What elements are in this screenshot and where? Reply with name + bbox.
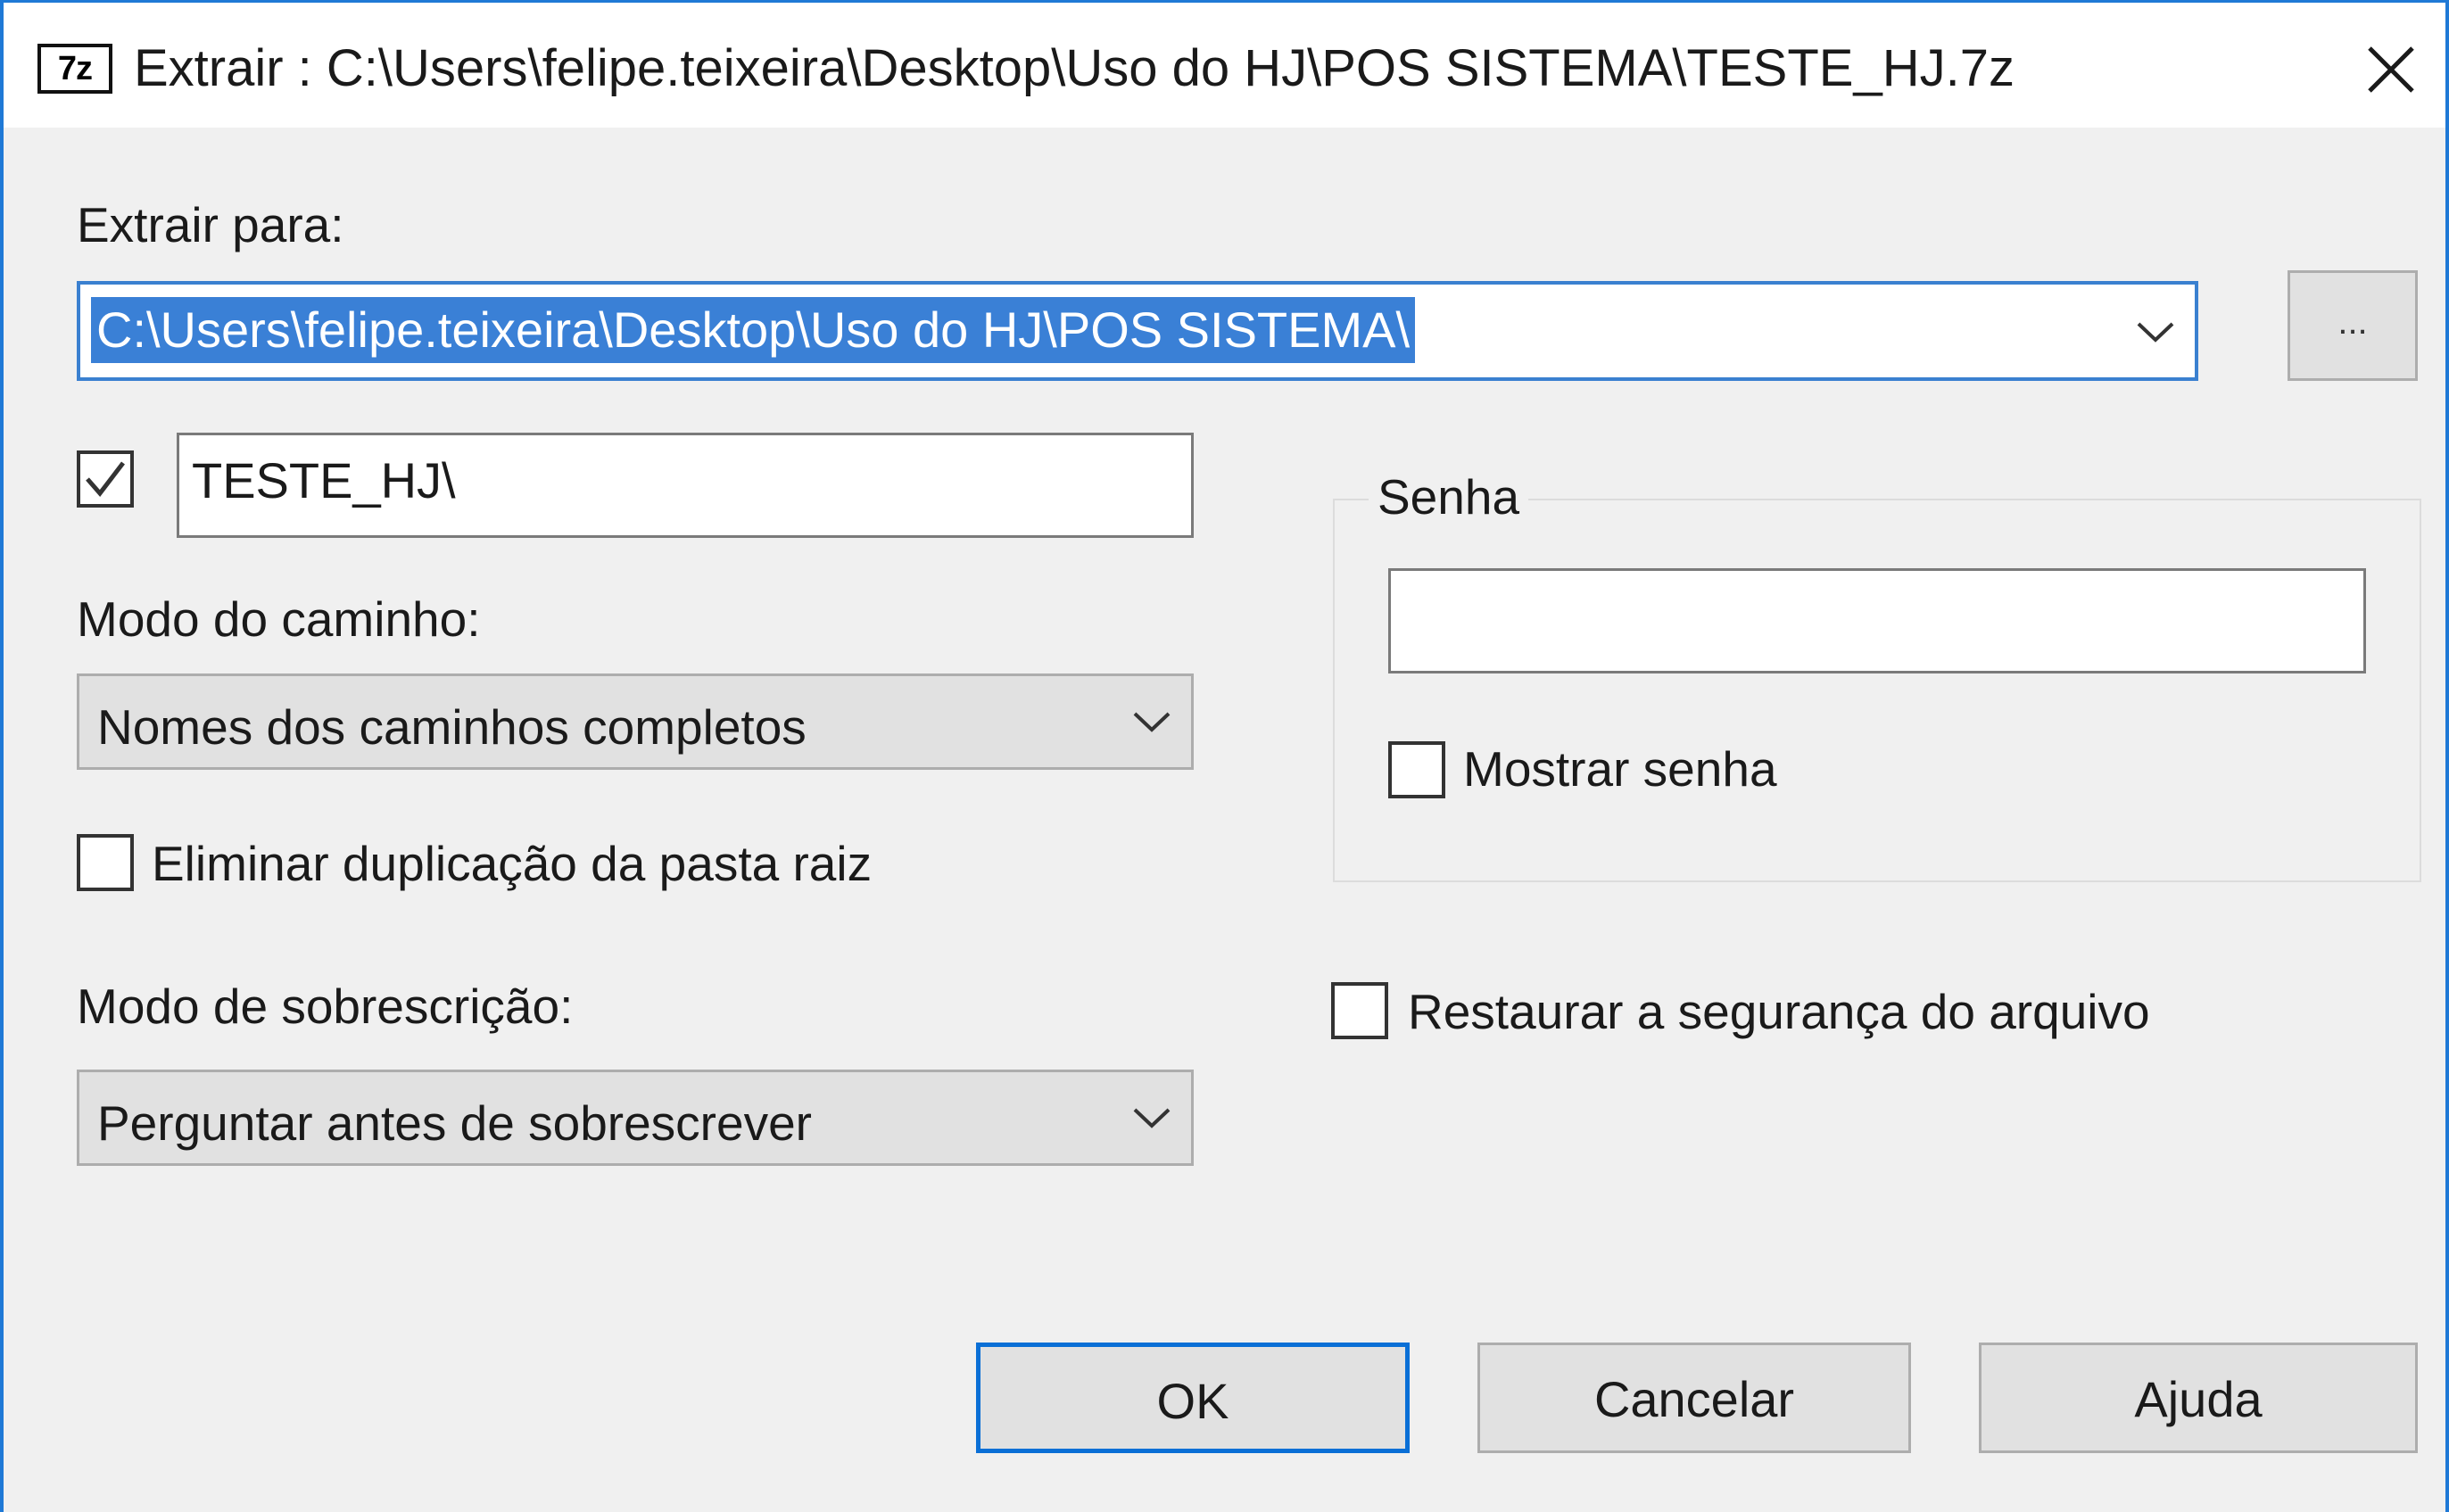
cancel-button-label: Cancelar <box>1593 1371 1795 1427</box>
overwrite-mode-selected: Perguntar antes de sobrescrever <box>97 1095 812 1151</box>
browse-button[interactable]: ... <box>2288 270 2418 381</box>
window-title: Extrair : C:\Users\felipe.teixeira\Deskt… <box>134 39 2015 97</box>
app-icon-text: 7z <box>41 47 109 90</box>
cancel-button[interactable]: Cancelar <box>1477 1343 1911 1453</box>
password-groupbox <box>1333 499 2421 882</box>
chevron-down-icon[interactable] <box>2129 306 2182 359</box>
help-button[interactable]: Ajuda <box>1979 1343 2418 1453</box>
extract-dialog: 7z Extrair : C:\Users\felipe.teixeira\De… <box>0 0 2449 1512</box>
show-password-text: Mostrar senha <box>1463 741 1777 797</box>
ok-button[interactable]: OK <box>976 1343 1410 1453</box>
extract-to-label: Extrair para: <box>77 197 344 252</box>
overwrite-mode-label: Modo de sobrescrição: <box>77 979 574 1034</box>
extract-path-value[interactable]: C:\Users\felipe.teixeira\Desktop\Uso do … <box>91 297 1416 363</box>
eliminate-duplication-checkbox[interactable] <box>77 834 134 891</box>
chevron-down-icon <box>1125 1092 1179 1145</box>
title-bar: 7z Extrair : C:\Users\felipe.teixeira\De… <box>4 3 2445 128</box>
help-button-label: Ajuda <box>2134 1371 2263 1427</box>
path-mode-label: Modo do caminho: <box>77 591 481 647</box>
restore-security-label[interactable]: Restaurar a segurança do arquivo <box>1408 980 2150 1043</box>
subfolder-name-field[interactable]: TESTE_HJ\ <box>177 433 1194 538</box>
password-group-legend: Senha <box>1369 465 1529 529</box>
7zip-app-icon: 7z <box>37 44 112 94</box>
path-mode-selected: Nomes dos caminhos completos <box>97 699 807 755</box>
restore-security-checkbox[interactable] <box>1331 982 1388 1039</box>
password-field[interactable] <box>1388 568 2366 673</box>
eliminate-duplication-label[interactable]: Eliminar duplicação da pasta raiz <box>152 832 872 895</box>
subfolder-name-value: TESTE_HJ\ <box>192 452 456 508</box>
checkmark-icon <box>86 461 125 497</box>
close-icon <box>2368 46 2414 93</box>
ok-button-label: OK <box>1156 1373 1229 1429</box>
show-password-checkbox[interactable] <box>1388 741 1445 798</box>
overwrite-mode-dropdown[interactable]: Perguntar antes de sobrescrever <box>77 1070 1194 1166</box>
show-password-label[interactable]: Mostrar senha <box>1463 738 1777 800</box>
path-mode-dropdown[interactable]: Nomes dos caminhos completos <box>77 673 1194 770</box>
extract-path-combobox[interactable]: C:\Users\felipe.teixeira\Desktop\Uso do … <box>77 281 2198 381</box>
chevron-down-icon <box>1125 696 1179 749</box>
close-button[interactable] <box>2351 29 2431 110</box>
subfolder-checkbox[interactable] <box>77 450 134 508</box>
